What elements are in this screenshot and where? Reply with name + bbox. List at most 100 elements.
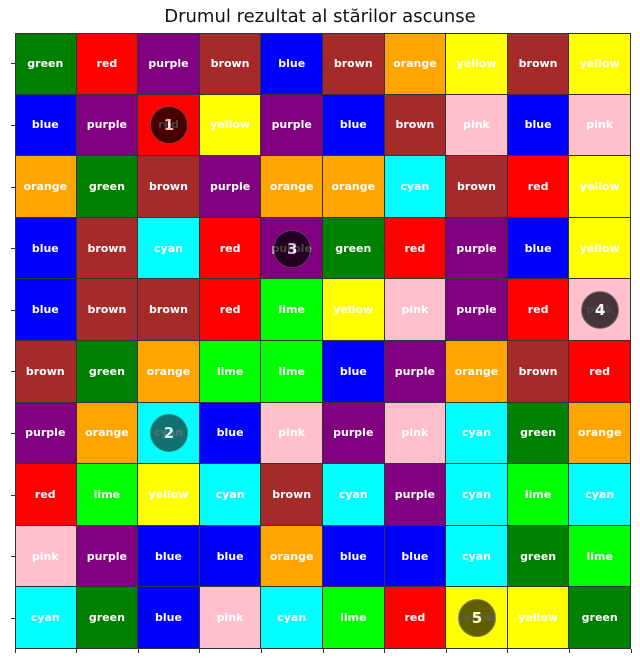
- grid-cell: blue: [323, 94, 385, 157]
- state-grid: green red purple brown blue brown orange yellow…: [11, 33, 632, 653]
- grid-cell: pink: [199, 587, 262, 649]
- grid-cell: red: [199, 217, 262, 280]
- axis-tick: [507, 649, 509, 653]
- axis-tick: [11, 432, 15, 434]
- grid-cell: red: [384, 217, 447, 280]
- grid-cell: lime: [569, 525, 631, 588]
- grid-cell: yellow: [199, 94, 262, 157]
- chart-title: Drumul rezultat al stărilor ascunse: [164, 6, 476, 27]
- grid-cell: cyan: [261, 587, 323, 649]
- grid-cell: blue: [384, 525, 447, 588]
- axis-tick: [11, 617, 15, 619]
- grid-cell: lime: [323, 587, 385, 649]
- grid-cell: blue: [15, 279, 77, 341]
- grid-cell: brown: [138, 156, 200, 218]
- grid-cell: blue: [199, 525, 262, 588]
- grid-cell: purple: [384, 341, 447, 403]
- grid-cell: purple: [384, 464, 447, 526]
- grid-cell: orange: [261, 156, 323, 218]
- grid-cell: orange: [76, 402, 139, 465]
- grid-cell: orange: [15, 156, 77, 218]
- grid-cell: green: [76, 341, 139, 403]
- grid-cell: brown: [507, 341, 570, 403]
- grid-cell: cyan: [199, 464, 262, 526]
- grid-cell: orange: [261, 525, 323, 588]
- grid-cell: blue: [138, 525, 200, 588]
- grid-cell: pink: [15, 525, 77, 588]
- grid-cell: brown: [261, 464, 323, 526]
- grid-cell: yellow: [569, 156, 631, 218]
- grid-cell: brown: [138, 279, 200, 341]
- grid-cell: brown: [446, 156, 508, 218]
- grid-cell: red: [15, 464, 77, 526]
- axis-tick: [260, 649, 262, 653]
- grid-cell: pink: [384, 402, 447, 465]
- grid-cell: brown: [76, 217, 139, 280]
- grid-cell: cyan: [323, 464, 385, 526]
- grid-cell: lime: [507, 464, 570, 526]
- grid-cell: purple: [15, 402, 77, 465]
- grid-cell: cyan: [569, 464, 631, 526]
- grid-cell: red: [507, 156, 570, 218]
- axis-tick: [11, 124, 15, 126]
- grid-cell: purple: [446, 217, 508, 280]
- grid-cell: lime: [261, 279, 323, 341]
- grid-cell: purple: [76, 94, 139, 157]
- grid-cell: brown: [384, 94, 447, 157]
- grid-cell: pink: [569, 94, 631, 157]
- grid-cell: brown: [323, 33, 385, 95]
- grid-cell: cyan: [446, 464, 508, 526]
- grid-cell: purple: [76, 525, 139, 588]
- path-step-marker: 5: [458, 599, 496, 638]
- grid-cell: yellow: [569, 33, 631, 95]
- grid-cell: purple: [138, 33, 200, 95]
- grid-cell: purple: [261, 94, 323, 157]
- grid-cell: blue: [199, 402, 262, 465]
- axis-tick: [11, 248, 15, 250]
- axis-tick: [322, 649, 324, 653]
- grid-cell: yellow: [569, 217, 631, 280]
- grid-cell: blue: [323, 341, 385, 403]
- grid-cell: orange: [323, 156, 385, 218]
- grid-cell: lime: [76, 464, 139, 526]
- grid-cell: orange: [446, 341, 508, 403]
- grid-cell: lime: [261, 341, 323, 403]
- grid-cell: green: [15, 33, 77, 95]
- grid-cell: pink: [384, 279, 447, 341]
- axis-tick: [11, 371, 15, 373]
- axis-tick: [11, 186, 15, 188]
- grid-cell: blue: [507, 94, 570, 157]
- grid-cell: orange: [384, 33, 447, 95]
- axis-tick: [11, 63, 15, 65]
- grid-cell: green: [323, 217, 385, 280]
- axis-tick: [14, 649, 16, 653]
- axis-tick: [11, 494, 15, 496]
- grid-cell: green: [507, 525, 570, 588]
- grid-cell: green: [76, 156, 139, 218]
- grid-cell: green: [76, 587, 139, 649]
- grid-cell: red: [384, 587, 447, 649]
- grid-cell: blue: [261, 33, 323, 95]
- grid-cell: purple: [323, 402, 385, 465]
- axis-tick: [11, 309, 15, 311]
- axis-tick: [76, 649, 78, 653]
- grid-cell: red: [569, 341, 631, 403]
- axis-tick: [137, 649, 139, 653]
- grid-cell: red: [507, 279, 570, 341]
- grid-cell: green: [507, 402, 570, 465]
- grid-cell: cyan: [446, 525, 508, 588]
- grid-cell: brown: [15, 341, 77, 403]
- grid-cell: pink: [446, 94, 508, 157]
- grid-cell: pink: [261, 402, 323, 465]
- grid-cell: yellow: [138, 464, 200, 526]
- grid-cell: blue: [323, 525, 385, 588]
- grid-cell: lime: [199, 341, 262, 403]
- grid-cell: orange: [569, 402, 631, 465]
- grid-cell: blue: [15, 94, 77, 157]
- path-step-marker: 3: [273, 229, 312, 268]
- grid-cell: brown: [76, 279, 139, 341]
- axis-tick: [199, 649, 201, 653]
- grid-cell: blue: [507, 217, 570, 280]
- grid-cell: red: [76, 33, 139, 95]
- grid-cell: cyan: [138, 217, 200, 280]
